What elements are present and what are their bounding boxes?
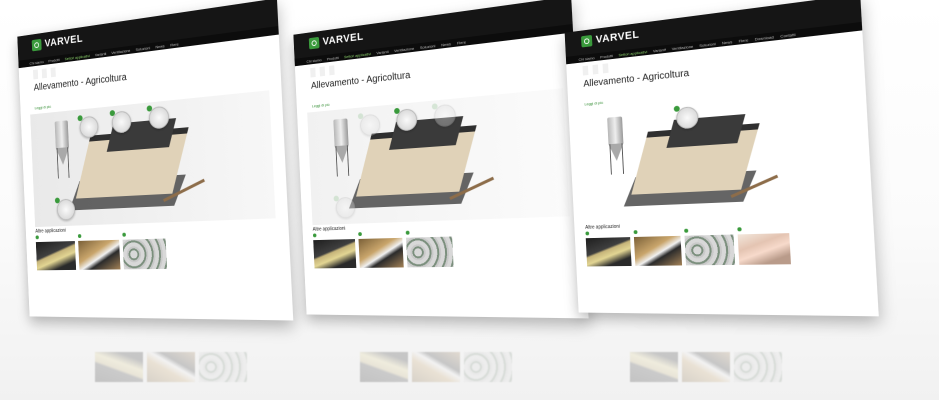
other-applications: Altre applicazioni [302,216,585,271]
nav-item-varianti[interactable]: Varianti [653,47,666,53]
location-dot-icon [684,228,689,233]
location-dot-icon [431,103,438,110]
nav-item-contatti[interactable]: Contatti [780,31,795,38]
panel-reflection [630,322,820,382]
location-dot-icon [673,105,680,112]
breadcrumb-item[interactable] [32,69,39,80]
brand-logo[interactable]: VARVEL [308,30,364,50]
nav-item-varianti[interactable]: Varianti [376,49,388,55]
application-thumbnail[interactable] [684,228,736,266]
logo-mark-icon [308,36,320,50]
brand-logo[interactable]: VARVEL [31,32,84,52]
application-thumbnail[interactable] [405,230,454,268]
location-dot-icon [109,109,116,117]
location-dot-icon [358,232,362,237]
breadcrumb-item[interactable] [41,68,47,79]
location-dot-icon [77,234,82,239]
location-dot-icon [405,230,410,235]
location-dot-icon [77,115,83,122]
brand-name: VARVEL [44,32,84,50]
showcase-stage: VARVEL Chi siamo Prodotti Settori applic… [0,0,939,400]
location-dot-icon [357,113,364,120]
webpage-panel-2: VARVEL Chi siamo Prodotti Settori applic… [293,0,589,319]
breadcrumb-item[interactable] [592,64,599,75]
robot-hotspot[interactable] [333,195,356,219]
farm-illustration [307,88,570,226]
panel-reflection [95,322,285,382]
farm-illustration [579,86,859,224]
nav-item-prodotti[interactable]: Prodotti [600,53,613,59]
logo-mark-icon [31,38,42,52]
location-dot-icon [333,195,339,202]
brand-logo[interactable]: VARVEL [580,28,640,48]
webpage-panel-1: VARVEL Chi siamo Prodotti Settori applic… [17,0,294,321]
brand-name: VARVEL [595,28,640,46]
location-dot-icon [737,227,742,232]
nav-item-news[interactable]: News [722,39,733,45]
application-thumbnail[interactable] [737,227,791,265]
brand-name: VARVEL [322,30,364,48]
nav-item-fiere[interactable]: Fiere [170,41,179,47]
nav-item-fiere[interactable]: Fiere [738,37,748,43]
nav-item-news[interactable]: News [441,41,451,47]
breadcrumb-item[interactable] [602,63,609,74]
location-dot-icon [633,230,638,235]
other-applications: Altre applicazioni [26,218,291,272]
breadcrumb-item[interactable] [319,66,326,77]
breadcrumb-item[interactable] [50,67,56,78]
nav-item-news[interactable]: News [155,43,164,49]
application-thumbnail[interactable] [585,231,632,267]
silo-graphic [333,118,350,177]
location-dot-icon [146,105,153,112]
application-thumbnail[interactable] [122,232,168,270]
application-thumbnail[interactable] [358,232,404,268]
nav-item-prodotti[interactable]: Prodotti [327,55,339,61]
farm-illustration [30,90,276,228]
application-thumbnail[interactable] [35,235,77,271]
panel-reflection [360,322,550,382]
robot-hotspot[interactable] [54,197,76,221]
webpage-panel-3: VARVEL Chi siamo Prodotti Settori applic… [564,0,879,317]
application-thumbnail[interactable] [77,234,121,270]
silo-graphic [607,116,625,175]
breadcrumb-item[interactable] [328,65,335,76]
location-dot-icon [35,235,39,240]
location-dot-icon [393,107,400,115]
silo-graphic [54,120,71,179]
location-dot-icon [54,197,60,204]
logo-mark-icon [580,34,593,48]
location-dot-icon [585,231,590,236]
nav-item-fiere[interactable]: Fiere [457,39,466,45]
nav-item-varianti[interactable]: Varianti [95,51,107,57]
breadcrumb-item[interactable] [582,65,589,76]
application-thumbnail[interactable] [633,230,683,266]
location-dot-icon [312,233,317,238]
location-dot-icon [122,232,126,237]
application-thumbnail[interactable] [312,233,357,269]
breadcrumb-item[interactable] [310,67,316,78]
